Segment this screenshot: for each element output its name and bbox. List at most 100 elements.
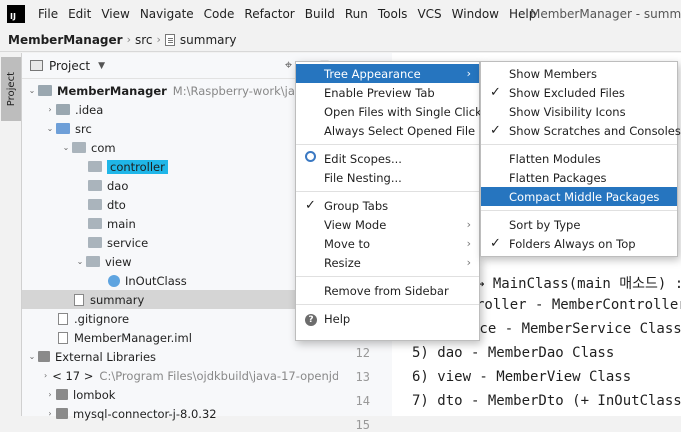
code-line: roller - MemberController xyxy=(476,297,681,313)
menu-item-show-members[interactable]: Show Members xyxy=(481,64,677,83)
tree-node-label: .gitignore xyxy=(74,311,130,326)
menu-item-resize[interactable]: Resize › xyxy=(296,253,479,272)
module-file-icon xyxy=(58,331,68,344)
menu-code[interactable]: Code xyxy=(199,7,240,21)
tree-node-summary[interactable]: summary xyxy=(22,290,338,309)
select-opened-file-icon[interactable]: ⌖ xyxy=(285,58,292,73)
menu-item-remove-from-sidebar[interactable]: Remove from Sidebar xyxy=(296,281,479,300)
tree-node-controller[interactable]: controller xyxy=(22,157,338,176)
tree-node-service[interactable]: service xyxy=(22,233,338,252)
tree-appearance-submenu: Show Members ✓ Show Excluded Files Show … xyxy=(480,61,681,257)
tree-node-dao[interactable]: dao xyxy=(22,176,338,195)
menu-item-open-single-click[interactable]: Open Files with Single Click xyxy=(296,102,482,121)
tree-node-label: src xyxy=(75,121,92,136)
breadcrumb-project[interactable]: MemberManager xyxy=(8,33,123,47)
menu-separator xyxy=(296,191,479,192)
tree-node-label: dao xyxy=(107,178,129,193)
tree-node-mysql-connector[interactable]: › mysql-connector-j-8.0.32 xyxy=(22,404,338,423)
menu-item-label: Folders Always on Top xyxy=(509,236,636,251)
chevron-right-icon[interactable]: › xyxy=(44,105,56,114)
tree-node-src[interactable]: ⌄ src xyxy=(22,119,338,138)
chevron-down-icon[interactable]: ▼ xyxy=(98,61,105,71)
menu-navigate[interactable]: Navigate xyxy=(135,7,199,21)
menu-item-tree-appearance[interactable]: Tree Appearance › xyxy=(296,64,479,83)
project-panel: Project ▼ ⌖ ≡ ≣ ⌄ MemberManager M:\Raspb… xyxy=(22,53,340,421)
tree-node-external-libraries[interactable]: ⌄ External Libraries xyxy=(22,347,338,366)
folder-icon xyxy=(56,104,70,115)
breadcrumb-folder[interactable]: src xyxy=(135,33,153,47)
tree-node-idea[interactable]: › .idea xyxy=(22,100,338,119)
chevron-right-icon[interactable]: › xyxy=(44,409,56,418)
tree-node-inoutclass[interactable]: InOutClass xyxy=(22,271,338,290)
menu-item-flatten-modules[interactable]: Flatten Modules xyxy=(481,149,677,168)
chevron-down-icon[interactable]: ⌄ xyxy=(74,257,86,266)
menu-item-label: Sort by Type xyxy=(509,217,581,232)
project-tool-tab-label: Project xyxy=(5,71,17,107)
tree-node-lombok[interactable]: › lombok xyxy=(22,385,338,404)
tree-node-jdk[interactable]: › < 17 > C:\Program Files\ojdkbuild\java… xyxy=(22,366,340,385)
menu-item-file-nesting[interactable]: File Nesting... xyxy=(296,168,479,187)
gitignore-file-icon xyxy=(58,312,68,325)
menu-item-help[interactable]: ? Help xyxy=(296,309,479,328)
tree-node-project[interactable]: ⌄ MemberManager M:\Raspberry-work\java\ xyxy=(22,81,338,100)
menu-build[interactable]: Build xyxy=(300,7,340,21)
chevron-down-icon[interactable]: ⌄ xyxy=(26,86,38,95)
menu-edit[interactable]: Edit xyxy=(63,7,96,21)
tree-node-label: < 17 > xyxy=(52,368,94,383)
menu-tools[interactable]: Tools xyxy=(373,7,413,21)
menu-item-edit-scopes[interactable]: Edit Scopes... xyxy=(296,149,479,168)
tree-node-com[interactable]: ⌄ com xyxy=(22,138,338,157)
tree-node-main[interactable]: main xyxy=(22,214,338,233)
chevron-down-icon[interactable]: ⌄ xyxy=(44,124,56,133)
menu-item-view-mode[interactable]: View Mode › xyxy=(296,215,479,234)
panel-title[interactable]: Project xyxy=(49,59,90,73)
tree-node-path: C:\Program Files\ojdkbuild\java-17-openj… xyxy=(99,368,340,383)
menu-separator xyxy=(296,144,479,145)
line-number: 13 xyxy=(355,370,370,384)
package-icon xyxy=(72,142,86,153)
menu-item-group-tabs[interactable]: ✓ Group Tabs xyxy=(296,196,479,215)
menu-item-label: Move to xyxy=(324,236,371,251)
menu-window[interactable]: Window xyxy=(447,7,504,21)
menu-item-label: Remove from Sidebar xyxy=(324,283,449,298)
chevron-right-icon[interactable]: › xyxy=(44,371,47,380)
chevron-right-icon[interactable]: › xyxy=(44,390,56,399)
menu-item-label: File Nesting... xyxy=(324,170,402,185)
code-line: 5) dao - MemberDao Class xyxy=(412,345,615,361)
chevron-down-icon[interactable]: ⌄ xyxy=(26,352,38,361)
tree-node-label: main xyxy=(107,216,136,231)
menu-view[interactable]: View xyxy=(96,7,134,21)
tree-node-label: controller xyxy=(107,159,168,174)
menu-item-compact-middle-packages[interactable]: Compact Middle Packages xyxy=(481,187,677,206)
menu-item-folders-always-on-top[interactable]: ✓ Folders Always on Top xyxy=(481,234,677,253)
library-icon xyxy=(38,351,50,362)
package-icon xyxy=(86,256,100,267)
menu-item-always-select-opened[interactable]: Always Select Opened File xyxy=(296,121,479,140)
menu-item-show-scratches[interactable]: ✓ Show Scratches and Consoles xyxy=(481,121,681,140)
line-number: 14 xyxy=(355,394,370,408)
module-folder-icon xyxy=(38,85,52,96)
tree-node-iml[interactable]: MemberManager.iml xyxy=(22,328,338,347)
intellij-logo-icon: IJ xyxy=(7,5,25,23)
tree-node-gitignore[interactable]: .gitignore xyxy=(22,309,338,328)
breadcrumb-file[interactable]: summary xyxy=(180,33,237,47)
menu-item-show-visibility-icons[interactable]: Show Visibility Icons xyxy=(481,102,677,121)
menu-refactor[interactable]: Refactor xyxy=(239,7,299,21)
menu-file[interactable]: File xyxy=(33,7,63,21)
menu-separator xyxy=(296,276,479,277)
chevron-down-icon[interactable]: ⌄ xyxy=(60,143,72,152)
project-tool-tab[interactable]: Project xyxy=(1,57,21,121)
menu-item-enable-preview-tab[interactable]: Enable Preview Tab xyxy=(296,83,479,102)
menu-run[interactable]: Run xyxy=(340,7,373,21)
library-icon xyxy=(56,408,68,419)
chevron-right-icon: › xyxy=(466,67,471,80)
menu-item-label: Always Select Opened File xyxy=(324,123,476,138)
menu-item-label: Show Visibility Icons xyxy=(509,104,626,119)
menu-item-move-to[interactable]: Move to › xyxy=(296,234,479,253)
tree-node-dto[interactable]: dto xyxy=(22,195,338,214)
menu-item-sort-by-type[interactable]: Sort by Type xyxy=(481,215,677,234)
tree-node-view[interactable]: ⌄ view xyxy=(22,252,338,271)
menu-item-show-excluded-files[interactable]: ✓ Show Excluded Files xyxy=(481,83,677,102)
menu-item-flatten-packages[interactable]: Flatten Packages xyxy=(481,168,677,187)
menu-vcs[interactable]: VCS xyxy=(412,7,446,21)
